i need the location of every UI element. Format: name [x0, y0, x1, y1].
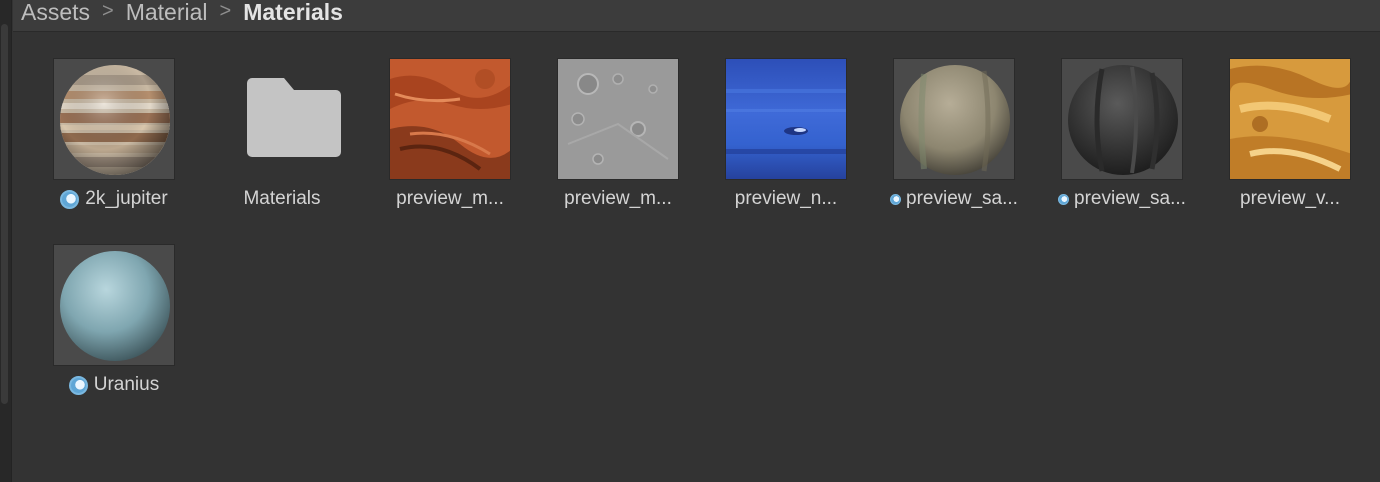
texture-thumbnail	[557, 58, 679, 180]
asset-label: Materials	[202, 188, 362, 210]
asset-item-preview-saturn-1[interactable]: preview_sa...	[874, 58, 1018, 218]
folder-thumbnail	[221, 58, 343, 180]
breadcrumb-material[interactable]: Material	[126, 0, 208, 26]
asset-name: Materials	[243, 188, 321, 209]
asset-label: 2k_jupiter	[34, 188, 194, 210]
folder-icon	[247, 78, 341, 157]
material-preview-thumbnail	[1061, 58, 1183, 180]
texture-thumbnail	[725, 58, 847, 180]
breadcrumb-assets[interactable]: Assets	[21, 0, 90, 26]
asset-name: preview_n...	[734, 188, 838, 209]
asset-name: preview_v...	[1240, 188, 1340, 209]
asset-item-preview-moon[interactable]: preview_m...	[538, 58, 679, 218]
asset-item-2k-jupiter[interactable]: 2k_jupiter	[34, 58, 175, 218]
material-icon	[60, 189, 80, 209]
scrollbar[interactable]	[1, 24, 8, 404]
material-preview-thumbnail	[53, 58, 175, 180]
asset-grid: 2k_jupiter Materials preview_m... previe…	[13, 33, 1380, 482]
asset-item-preview-neptune[interactable]: preview_n...	[706, 58, 847, 218]
asset-label: preview_sa...	[1042, 188, 1202, 210]
asset-name: Uranius	[93, 374, 160, 395]
texture-thumbnail	[389, 58, 511, 180]
asset-item-uranius[interactable]: Uranius	[34, 244, 175, 404]
asset-item-preview-venus[interactable]: preview_v...	[1210, 58, 1351, 218]
chevron-right-icon: >	[219, 0, 232, 22]
material-icon	[890, 193, 902, 205]
asset-name: preview_sa...	[906, 188, 1018, 209]
asset-name: 2k_jupiter	[85, 188, 168, 209]
asset-label: preview_n...	[706, 188, 866, 210]
asset-label: preview_sa...	[874, 188, 1034, 210]
asset-label: preview_m...	[538, 188, 698, 210]
breadcrumb-materials[interactable]: Materials	[243, 0, 343, 26]
asset-item-preview-saturn-2[interactable]: preview_sa...	[1042, 58, 1186, 218]
texture-thumbnail	[1229, 58, 1351, 180]
asset-label: preview_m...	[370, 188, 530, 210]
asset-label: Uranius	[34, 374, 194, 396]
material-preview-thumbnail	[53, 244, 175, 366]
asset-name: preview_m...	[396, 188, 504, 209]
asset-item-preview-mars[interactable]: preview_m...	[370, 58, 511, 218]
left-panel-edge	[0, 0, 12, 482]
material-preview-thumbnail	[893, 58, 1015, 180]
breadcrumb: Assets > Material > Materials	[13, 0, 1380, 32]
asset-name: preview_m...	[564, 188, 672, 209]
asset-item-materials-folder[interactable]: Materials	[202, 58, 342, 218]
material-icon	[1058, 193, 1070, 205]
material-icon	[68, 375, 88, 395]
asset-label: preview_v...	[1210, 188, 1370, 210]
asset-name: preview_sa...	[1074, 188, 1186, 209]
chevron-right-icon: >	[102, 0, 114, 22]
